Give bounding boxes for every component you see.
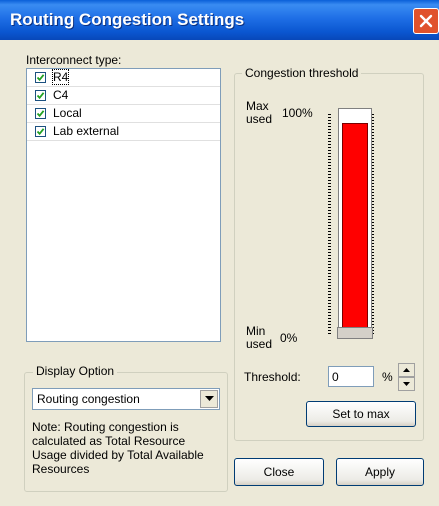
list-item[interactable]: C4 [27,87,220,105]
check-icon [36,128,45,136]
chevron-down-icon [403,382,410,386]
chevron-up-icon [403,368,410,372]
list-item-label: C4 [53,88,69,102]
threshold-label: Threshold: [244,370,301,384]
apply-button[interactable]: Apply [336,458,424,486]
max-value-label: 100% [282,106,313,120]
close-window-button[interactable] [413,8,439,34]
list-item-label: Lab external [53,124,120,138]
congestion-note: Note: Routing congestion is calculated a… [32,420,204,476]
list-item-label: Local [53,106,82,120]
checkbox-c4[interactable] [35,90,46,101]
checkbox-r4[interactable] [35,72,46,83]
check-icon [36,74,45,82]
min-used-label: Min used [246,324,273,351]
close-button[interactable]: Close [234,458,324,486]
spin-up-button[interactable] [398,363,415,377]
threshold-spinner[interactable] [398,363,415,391]
checkbox-local[interactable] [35,108,46,119]
dialog-window: Routing Congestion Settings Interconnect… [0,0,439,506]
interconnect-type-label: Interconnect type: [26,53,122,67]
display-option-select[interactable]: Routing congestion [32,388,220,410]
gauge-fill [342,123,368,334]
max-used-label: Max used [246,99,273,126]
display-option-value: Routing congestion [37,392,140,406]
threshold-input[interactable]: 0 [328,366,374,387]
congestion-threshold-legend: Congestion threshold [242,66,362,80]
window-title: Routing Congestion Settings [10,10,245,29]
display-option-legend: Display Option [33,364,118,378]
apply-button-label: Apply [364,465,396,479]
list-item[interactable]: Lab external [27,123,220,141]
title-bar[interactable]: Routing Congestion Settings [0,0,439,40]
min-value-label: 0% [280,331,298,345]
list-item[interactable]: Local [27,105,220,123]
set-to-max-button[interactable]: Set to max [306,401,416,427]
gauge-ticks-left [328,114,331,336]
close-button-label: Close [263,465,295,479]
check-icon [36,110,45,118]
checkbox-lab-external[interactable] [35,126,46,137]
dropdown-button[interactable] [200,390,218,408]
set-to-max-label: Set to max [332,407,390,421]
spin-down-button[interactable] [398,377,415,391]
check-icon [36,92,45,100]
chevron-down-icon [205,396,214,401]
gauge-slider-thumb[interactable] [337,327,373,339]
threshold-input-value: 0 [332,370,339,384]
interconnect-list[interactable]: R4 C4 Local Lab external [26,68,221,342]
list-item[interactable]: R4 [27,69,220,87]
congestion-gauge[interactable] [338,108,372,338]
list-item-label: R4 [51,69,70,85]
close-icon [419,14,433,28]
percent-unit-label: % [382,370,393,384]
